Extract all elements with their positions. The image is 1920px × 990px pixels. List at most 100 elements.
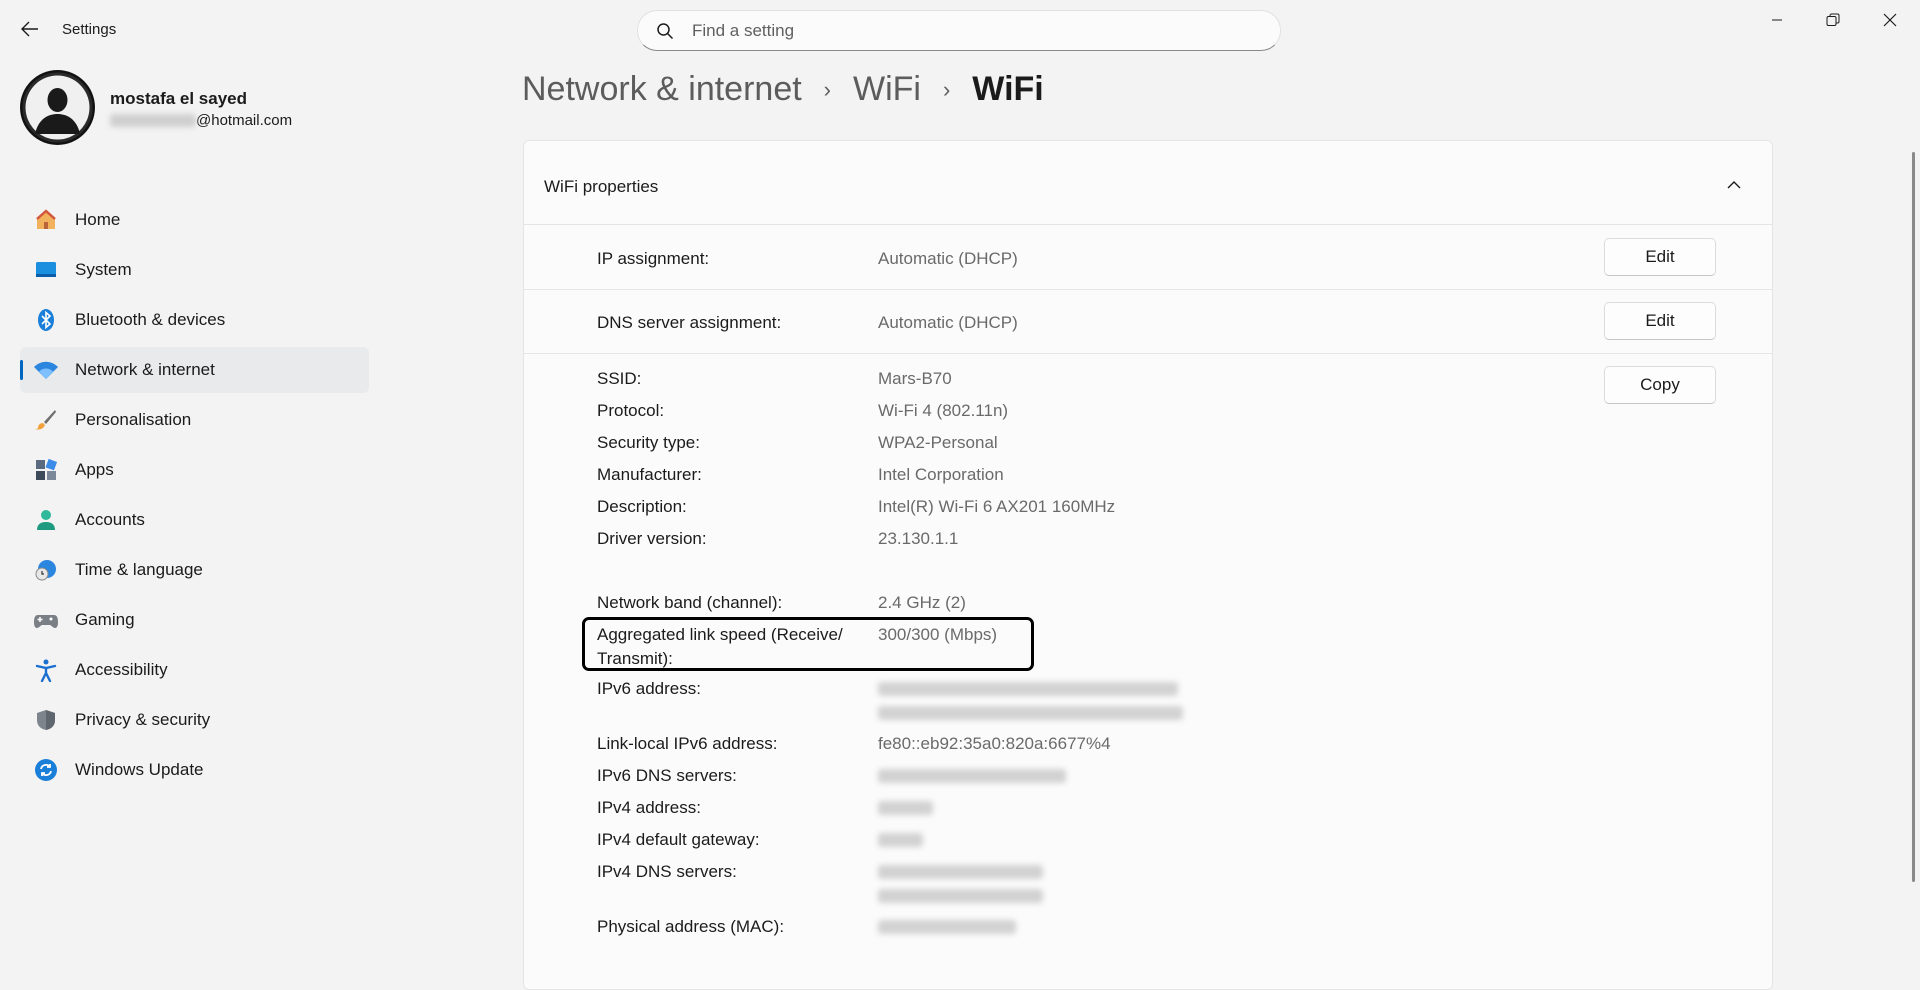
close-button[interactable] xyxy=(1862,6,1918,34)
sidebar-item-bluetooth-devices[interactable]: Bluetooth & devices xyxy=(20,297,369,343)
ipv6-dns-redacted xyxy=(878,769,1066,783)
sidebar-item-accounts[interactable]: Accounts xyxy=(20,497,369,543)
search-input[interactable]: Find a setting xyxy=(692,21,794,41)
ssid-label: SSID: xyxy=(597,369,642,388)
shield-icon xyxy=(33,707,59,733)
copy-button[interactable]: Copy xyxy=(1604,366,1716,404)
mac-address-redacted xyxy=(878,920,1016,934)
accessibility-icon xyxy=(33,657,59,683)
sidebar-item-gaming[interactable]: Gaming xyxy=(20,597,369,643)
minimize-button[interactable] xyxy=(1749,6,1805,34)
driver-version-label: Driver version: xyxy=(597,529,707,548)
manufacturer-label: Manufacturer: xyxy=(597,465,702,484)
ipv4-gateway-redacted xyxy=(878,833,923,847)
breadcrumb-wifi[interactable]: WiFi xyxy=(853,70,921,109)
sidebar-item-system[interactable]: System xyxy=(20,247,369,293)
mac-address-label: Physical address (MAC): xyxy=(597,917,785,936)
ipv4-address-label: IPv4 address: xyxy=(597,798,701,817)
back-arrow-icon xyxy=(21,21,38,37)
wifi-properties-header[interactable]: WiFi properties xyxy=(524,141,1772,225)
ipv4-dns-label: IPv4 DNS servers: xyxy=(597,862,737,881)
search-box[interactable]: Find a setting xyxy=(637,10,1281,51)
link-local-ipv6-label: Link-local IPv6 address: xyxy=(597,734,778,753)
sidebar-item-apps[interactable]: Apps xyxy=(20,447,369,493)
search-icon xyxy=(656,21,676,41)
clock-globe-icon xyxy=(33,557,59,583)
bluetooth-icon xyxy=(33,307,59,333)
edit-ip-button[interactable]: Edit xyxy=(1604,238,1716,276)
chevron-right-icon: › xyxy=(823,76,831,102)
sidebar-item-accessibility[interactable]: Accessibility xyxy=(20,647,369,693)
scrollbar[interactable] xyxy=(1912,152,1915,882)
ipv4-dns-redacted xyxy=(878,865,1043,879)
email-domain: @hotmail.com xyxy=(196,112,293,129)
network-band-label: Network band (channel): xyxy=(597,593,783,612)
ip-assignment-label: IP assignment: xyxy=(597,249,710,268)
dns-assignment-label: DNS server assignment: xyxy=(597,313,782,332)
close-icon xyxy=(1883,13,1897,27)
sidebar-item-label: Apps xyxy=(75,460,114,479)
description-value: Intel(R) Wi-Fi 6 AX201 160MHz xyxy=(878,497,1116,516)
network-band-value: 2.4 GHz (2) xyxy=(878,593,966,612)
page-title: WiFi xyxy=(972,70,1044,108)
wifi-properties-panel: WiFi properties IP assignment: Automatic… xyxy=(523,140,1773,990)
sidebar-item-privacy-security[interactable]: Privacy & security xyxy=(20,697,369,743)
sidebar-item-label: System xyxy=(75,260,132,279)
profile-name: mostafa el sayed xyxy=(110,89,248,108)
sidebar-item-label: Bluetooth & devices xyxy=(75,310,226,329)
link-speed-label-line2: Transmit): xyxy=(597,649,673,668)
ip-assignment-value: Automatic (DHCP) xyxy=(878,249,1018,268)
ipv6-address-redacted xyxy=(878,706,1183,720)
avatar[interactable] xyxy=(20,70,95,145)
link-speed-label-line1: Aggregated link speed (Receive/ xyxy=(597,625,843,644)
email-redacted xyxy=(110,114,196,127)
breadcrumb-network[interactable]: Network & internet xyxy=(522,70,802,109)
sidebar-item-label: Accessibility xyxy=(75,660,168,679)
sidebar-item-home[interactable]: Home xyxy=(20,197,369,243)
sidebar-item-network-internet[interactable]: Network & internet xyxy=(20,347,369,393)
ipv4-address-redacted xyxy=(878,801,933,815)
back-button[interactable] xyxy=(18,17,42,41)
sidebar-item-personalisation[interactable]: Personalisation xyxy=(20,397,369,443)
sidebar-item-label: Personalisation xyxy=(75,410,192,429)
sidebar-item-label: Home xyxy=(75,210,121,229)
active-indicator xyxy=(20,360,23,380)
driver-version-value: 23.130.1.1 xyxy=(878,529,959,548)
ipv4-gateway-label: IPv4 default gateway: xyxy=(597,830,760,849)
protocol-label: Protocol: xyxy=(597,401,665,420)
edit-dns-button[interactable]: Edit xyxy=(1604,302,1716,340)
sidebar-item-label: Accounts xyxy=(75,510,145,529)
security-type-label: Security type: xyxy=(597,433,700,452)
sidebar-item-time-language[interactable]: Time & language xyxy=(20,547,369,593)
user-silhouette-icon xyxy=(20,70,95,145)
sidebar-item-label: Time & language xyxy=(75,560,203,579)
link-speed-value: 300/300 (Mbps) xyxy=(878,625,998,644)
app-title: Settings xyxy=(62,21,117,38)
dns-assignment-value: Automatic (DHCP) xyxy=(878,313,1018,332)
chevron-right-icon: › xyxy=(942,76,951,102)
sidebar-item-label: Windows Update xyxy=(75,760,204,779)
sidebar-item-label: Network & internet xyxy=(75,360,215,379)
profile-email: @hotmail.com xyxy=(110,112,292,129)
title-bar: Settings Find a setting xyxy=(0,0,1920,60)
gamepad-icon xyxy=(33,607,59,633)
accounts-icon xyxy=(33,507,59,533)
apps-icon xyxy=(33,457,59,483)
sidebar-item-label: Gaming xyxy=(75,610,135,629)
protocol-value: Wi-Fi 4 (802.11n) xyxy=(878,401,1009,420)
ipv6-dns-label: IPv6 DNS servers: xyxy=(597,766,737,785)
panel-title: WiFi properties xyxy=(544,177,659,196)
restore-icon xyxy=(1826,13,1840,26)
link-local-ipv6-value: fe80::eb92:35a0:820a:6677%4 xyxy=(878,734,1111,753)
divider xyxy=(524,353,1772,354)
security-type-value: WPA2-Personal xyxy=(878,433,998,452)
brush-icon xyxy=(33,407,59,433)
update-icon xyxy=(33,757,59,783)
description-label: Description: xyxy=(597,497,687,516)
restore-button[interactable] xyxy=(1805,6,1861,34)
divider xyxy=(524,289,1772,290)
chevron-up-icon[interactable] xyxy=(1724,174,1744,194)
home-icon xyxy=(33,207,59,233)
minimize-icon xyxy=(1772,19,1782,21)
sidebar-item-windows-update[interactable]: Windows Update xyxy=(20,747,369,793)
